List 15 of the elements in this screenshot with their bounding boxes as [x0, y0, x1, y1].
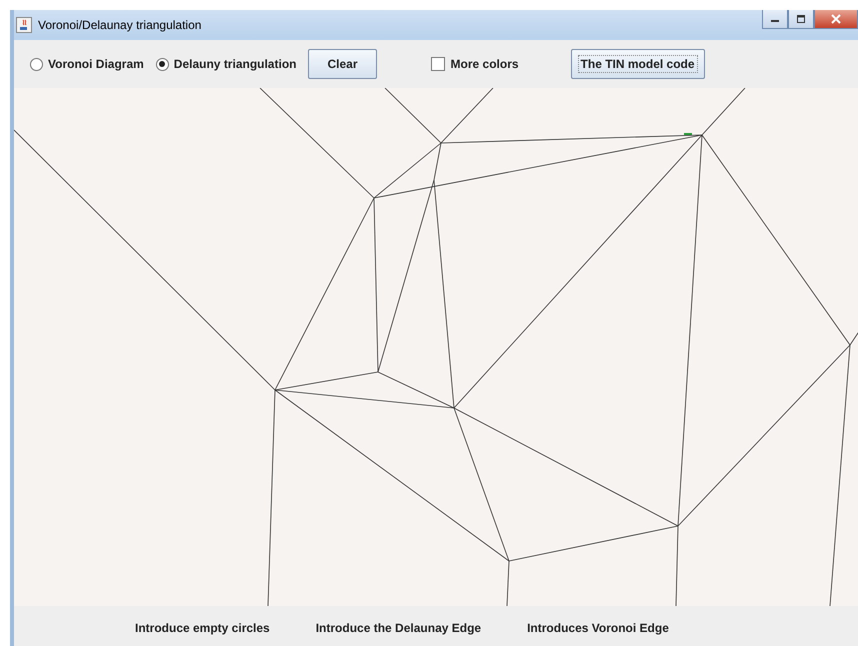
- tin-code-button[interactable]: The TIN model code: [570, 49, 705, 79]
- close-button[interactable]: [814, 10, 858, 29]
- radio-button[interactable]: Delauny triangulation: [156, 57, 296, 71]
- window-title: Voronoi/Delaunay triangulation: [38, 18, 202, 32]
- clear-button[interactable]: Clear: [308, 49, 377, 79]
- maximize-button[interactable]: [788, 10, 814, 29]
- maximize-icon: [796, 15, 806, 23]
- minimize-button[interactable]: [762, 10, 788, 29]
- cup-icon: [16, 17, 32, 33]
- action-button[interactable]: Introduce empty circles: [135, 621, 270, 635]
- close-icon: [830, 14, 842, 24]
- action-button[interactable]: Introduces Voronoi Edge: [527, 621, 669, 635]
- radio-button[interactable]: Voronoi Diagram: [30, 57, 144, 71]
- checkbox[interactable]: More colors: [430, 57, 519, 71]
- action-button[interactable]: Introduce the Delaunay Edge: [316, 621, 482, 635]
